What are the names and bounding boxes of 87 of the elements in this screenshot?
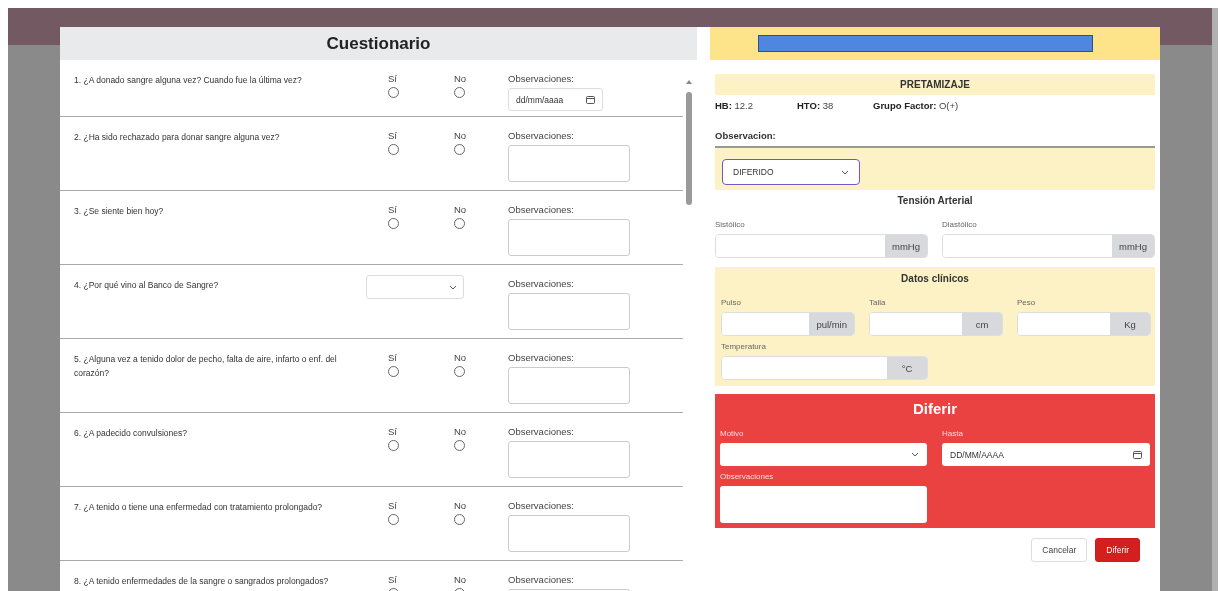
field-label: Diastólico (942, 220, 978, 229)
option-label: No (454, 426, 467, 437)
observations-field[interactable] (508, 293, 630, 330)
observations-label: Observaciones: (508, 500, 574, 511)
modal-title: Cuestionario (60, 27, 697, 60)
observations-field[interactable] (720, 486, 927, 523)
select-field[interactable] (720, 443, 927, 466)
section-title: Tensión Arterial (896, 194, 974, 208)
radio-button[interactable] (454, 218, 465, 229)
option-label: Sí (388, 352, 397, 363)
lab-value: HTO: 38 (797, 100, 835, 111)
radio-button[interactable] (454, 440, 465, 451)
section-title: Datos clínicos (900, 272, 970, 286)
chevron-down-icon (449, 284, 457, 290)
field-label: Hasta (942, 429, 964, 438)
radio-button[interactable] (388, 366, 399, 377)
radio-button[interactable] (454, 514, 465, 525)
scroll-up-icon[interactable] (686, 80, 692, 84)
observations-label: Observaciones: (508, 130, 574, 141)
field-label: Pulso (721, 298, 742, 307)
radio-button[interactable] (454, 87, 465, 98)
observations-field[interactable] (508, 367, 630, 404)
section-title: PRETAMIZAJE (899, 78, 971, 92)
defer-button[interactable]: Diferir (1095, 538, 1140, 562)
select-field[interactable] (366, 275, 464, 299)
lab-value: HB: 12.2 (715, 100, 755, 111)
radio-button[interactable] (454, 366, 465, 377)
observations-field[interactable] (508, 219, 630, 256)
radio-button[interactable] (454, 144, 465, 155)
date-field[interactable]: dd/mm/aaaa (508, 88, 603, 111)
radio-button[interactable] (388, 440, 399, 451)
option-label: Sí (388, 73, 397, 84)
observations-field[interactable] (508, 515, 630, 552)
scrollbar[interactable] (686, 92, 692, 205)
field-label: Talla (869, 298, 887, 307)
option-label: No (454, 500, 467, 511)
option-label: No (454, 352, 467, 363)
input-field[interactable]: cm (869, 312, 1003, 336)
question-text: 2. ¿Ha sido rechazado para donar sangre alguna vez? (74, 131, 281, 144)
input-field[interactable]: pul/min (721, 312, 855, 336)
section-title: Diferir (911, 399, 959, 419)
chevron-down-icon (841, 169, 849, 175)
observations-label: Observaciones: (508, 574, 574, 585)
calendar-icon (1133, 450, 1142, 459)
option-label: Sí (388, 500, 397, 511)
input-field[interactable]: mmHg (715, 234, 928, 258)
input-field[interactable]: °C (721, 356, 928, 380)
option-label: Sí (388, 426, 397, 437)
scrollbar[interactable] (1212, 8, 1218, 591)
chevron-down-icon (911, 452, 919, 457)
option-label: No (454, 130, 467, 141)
select-field[interactable]: DIFERIDO (722, 159, 860, 185)
input-field[interactable]: Kg (1017, 312, 1151, 336)
radio-button[interactable] (388, 87, 399, 98)
lab-value: Grupo Factor: O(+) (873, 100, 960, 111)
option-label: Sí (388, 130, 397, 141)
field-label: Temperatura (721, 342, 767, 351)
option-label: No (454, 204, 467, 215)
question-text: 8. ¿A tenido enfermedades de la sangre o sangrados prolongados? (74, 575, 330, 588)
radio-button[interactable] (388, 218, 399, 229)
option-label: No (454, 73, 467, 84)
input-field[interactable]: mmHg (942, 234, 1155, 258)
observations-label: Observaciones: (508, 278, 574, 289)
field-label: Peso (1017, 298, 1037, 307)
field-label: Sistólico (715, 220, 746, 229)
question-text: 6. ¿A padecido convulsiones? (74, 427, 188, 440)
field-label: Motivo (720, 429, 745, 438)
cancel-button[interactable]: Cancelar (1031, 538, 1088, 562)
calendar-icon (586, 95, 595, 104)
option-label: Sí (388, 204, 397, 215)
observations-field[interactable] (508, 145, 630, 182)
option-label: No (454, 574, 467, 585)
observations-label: Observaciones: (508, 352, 574, 363)
radio-button[interactable] (388, 514, 399, 525)
observations-field[interactable] (508, 441, 630, 478)
question-text: 5. ¿Alguna vez a tenido dolor de pecho, falta de aire, infarto o enf. del corazón? (74, 353, 338, 380)
observations-label: Observaciones: (508, 204, 574, 215)
question-text: 1. ¿A donado sangre alguna vez? Cuando fue la última vez? (74, 74, 303, 87)
option-label: Sí (388, 574, 397, 585)
radio-button[interactable] (388, 144, 399, 155)
field-label: Observaciones (720, 472, 775, 481)
question-text: 3. ¿Se siente bien hoy? (74, 205, 165, 218)
date-field[interactable]: DD/MM/AAAA (942, 443, 1150, 466)
observations-label: Observaciones: (508, 73, 574, 84)
observations-label: Observaciones: (508, 426, 574, 437)
question-text: 4. ¿Por qué vino al Banco de Sangre? (74, 279, 220, 292)
question-text: 7. ¿A tenido o tiene una enfermedad con tratamiento prolongado? (74, 501, 324, 514)
